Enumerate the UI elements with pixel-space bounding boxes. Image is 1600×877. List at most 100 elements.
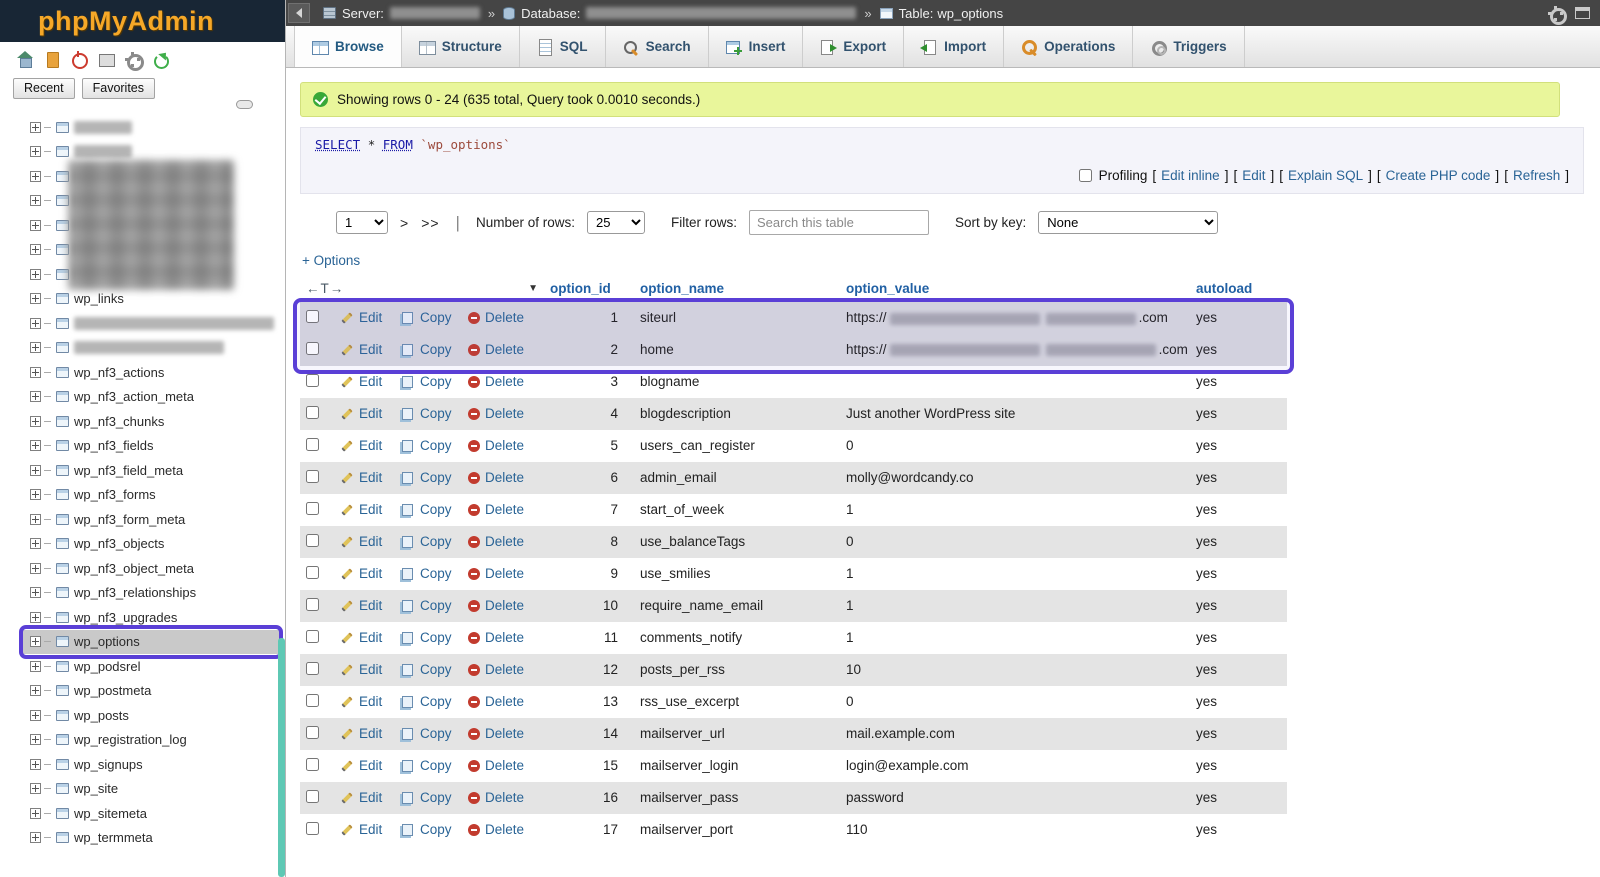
plus-icon[interactable] [30,122,41,133]
edit-link[interactable]: Edit [340,598,390,613]
plus-icon[interactable] [30,710,41,721]
edit-inline-link[interactable]: Edit inline [1161,168,1220,183]
copy-link[interactable]: Copy [402,502,456,517]
tab-browse[interactable]: Browse [294,26,402,67]
copy-link[interactable]: Copy [402,342,456,357]
logout-icon[interactable] [70,51,88,68]
sidebar-item-wp-nf3-form-meta[interactable]: wp_nf3_form_meta [0,507,285,532]
plus-icon[interactable] [30,318,41,329]
delete-link[interactable]: Delete [468,758,538,773]
plus-icon[interactable] [30,587,41,598]
plus-icon[interactable] [30,685,41,696]
column-header-option-value[interactable]: option_value [840,276,1190,302]
edit-link[interactable]: Edit [340,374,390,389]
sidebar-item-wp-links[interactable]: wp_links [0,287,285,312]
plus-icon[interactable] [30,661,41,672]
row-checkbox[interactable] [306,438,319,451]
sidebar-item-wp-sitemeta[interactable]: wp_sitemeta [0,801,285,826]
options-toggle[interactable]: + Options [302,253,360,268]
rows-per-page-select[interactable]: 25 [587,211,645,234]
plus-icon[interactable] [30,465,41,476]
copy-link[interactable]: Copy [402,406,456,421]
delete-link[interactable]: Delete [468,566,538,581]
collapse-nav-button[interactable] [288,3,310,23]
sidebar-item-redacted[interactable] [0,311,285,336]
row-checkbox[interactable] [306,566,319,579]
next-page-link[interactable]: > [400,215,409,231]
sidebar-scrollbar[interactable] [278,638,285,877]
edit-link[interactable]: Edit [340,630,390,645]
sidebar-item-wp-registration-log[interactable]: wp_registration_log [0,728,285,753]
edit-link[interactable]: Edit [340,726,390,741]
last-page-link[interactable]: >> [421,215,439,231]
plus-icon[interactable] [30,832,41,843]
console-window-icon[interactable] [1575,7,1590,19]
profiling-checkbox[interactable] [1079,169,1092,182]
plus-icon[interactable] [30,220,41,231]
sidebar-item-wp-nf3-action-meta[interactable]: wp_nf3_action_meta [0,385,285,410]
delete-link[interactable]: Delete [468,374,538,389]
delete-link[interactable]: Delete [468,662,538,677]
gear-icon[interactable] [1548,6,1563,21]
tab-sql[interactable]: SQL [520,26,606,67]
tab-operations[interactable]: Operations [1004,26,1133,67]
edit-link[interactable]: Edit [340,694,390,709]
plus-icon[interactable] [30,171,41,182]
delete-link[interactable]: Delete [468,694,538,709]
delete-link[interactable]: Delete [468,598,538,613]
edit-link[interactable]: Edit [340,310,390,325]
column-header-option-id[interactable]: option_id [544,276,634,302]
create-php-code-link[interactable]: Create PHP code [1386,168,1491,183]
exit-icon[interactable] [43,51,61,68]
edit-link[interactable]: Edit [1242,168,1265,183]
delete-link[interactable]: Delete [468,342,538,357]
sidebar-item-wp-podsrel[interactable]: wp_podsrel [0,654,285,679]
copy-link[interactable]: Copy [402,310,456,325]
copy-link[interactable]: Copy [402,790,456,805]
tab-import[interactable]: Import [904,26,1004,67]
refresh-link[interactable]: Refresh [1513,168,1560,183]
edit-link[interactable]: Edit [340,342,390,357]
row-checkbox[interactable] [306,758,319,771]
copy-link[interactable]: Copy [402,534,456,549]
plus-icon[interactable] [30,563,41,574]
plus-icon[interactable] [30,367,41,378]
row-checkbox[interactable] [306,630,319,643]
delete-link[interactable]: Delete [468,310,538,325]
page-select[interactable]: 1 [336,211,388,234]
plus-icon[interactable] [30,783,41,794]
plus-icon[interactable] [30,391,41,402]
plus-icon[interactable] [30,195,41,206]
delete-link[interactable]: Delete [468,822,538,837]
edit-link[interactable]: Edit [340,566,390,581]
row-checkbox[interactable] [306,598,319,611]
sidebar-item-wp-nf3-relationships[interactable]: wp_nf3_relationships [0,581,285,606]
plus-icon[interactable] [30,808,41,819]
row-checkbox[interactable] [306,502,319,515]
column-marker[interactable]: ←T→ [306,281,344,296]
plus-icon[interactable] [30,342,41,353]
sidebar-item-wp-nf3-actions[interactable]: wp_nf3_actions [0,360,285,385]
edit-link[interactable]: Edit [340,790,390,805]
sidebar-item-wp-nf3-upgrades[interactable]: wp_nf3_upgrades [0,605,285,630]
delete-link[interactable]: Delete [468,406,538,421]
tab-export[interactable]: Export [803,26,904,67]
row-checkbox[interactable] [306,726,319,739]
sidebar-item-wp-nf3-objects[interactable]: wp_nf3_objects [0,532,285,557]
plus-icon[interactable] [30,416,41,427]
sidebar-item-wp-site[interactable]: wp_site [0,777,285,802]
filter-input[interactable] [749,210,929,235]
sidebar-item-redacted[interactable] [0,115,285,140]
sidebar-item-wp-nf3-object-meta[interactable]: wp_nf3_object_meta [0,556,285,581]
sidebar-item-wp-posts[interactable]: wp_posts [0,703,285,728]
row-checkbox[interactable] [306,342,319,355]
copy-link[interactable]: Copy [402,662,456,677]
copy-link[interactable]: Copy [402,630,456,645]
row-checkbox[interactable] [306,790,319,803]
plus-icon[interactable] [30,244,41,255]
copy-link[interactable]: Copy [402,438,456,453]
settings-gear-icon[interactable] [124,51,142,68]
delete-link[interactable]: Delete [468,790,538,805]
plus-icon[interactable] [30,636,41,647]
row-checkbox[interactable] [306,374,319,387]
